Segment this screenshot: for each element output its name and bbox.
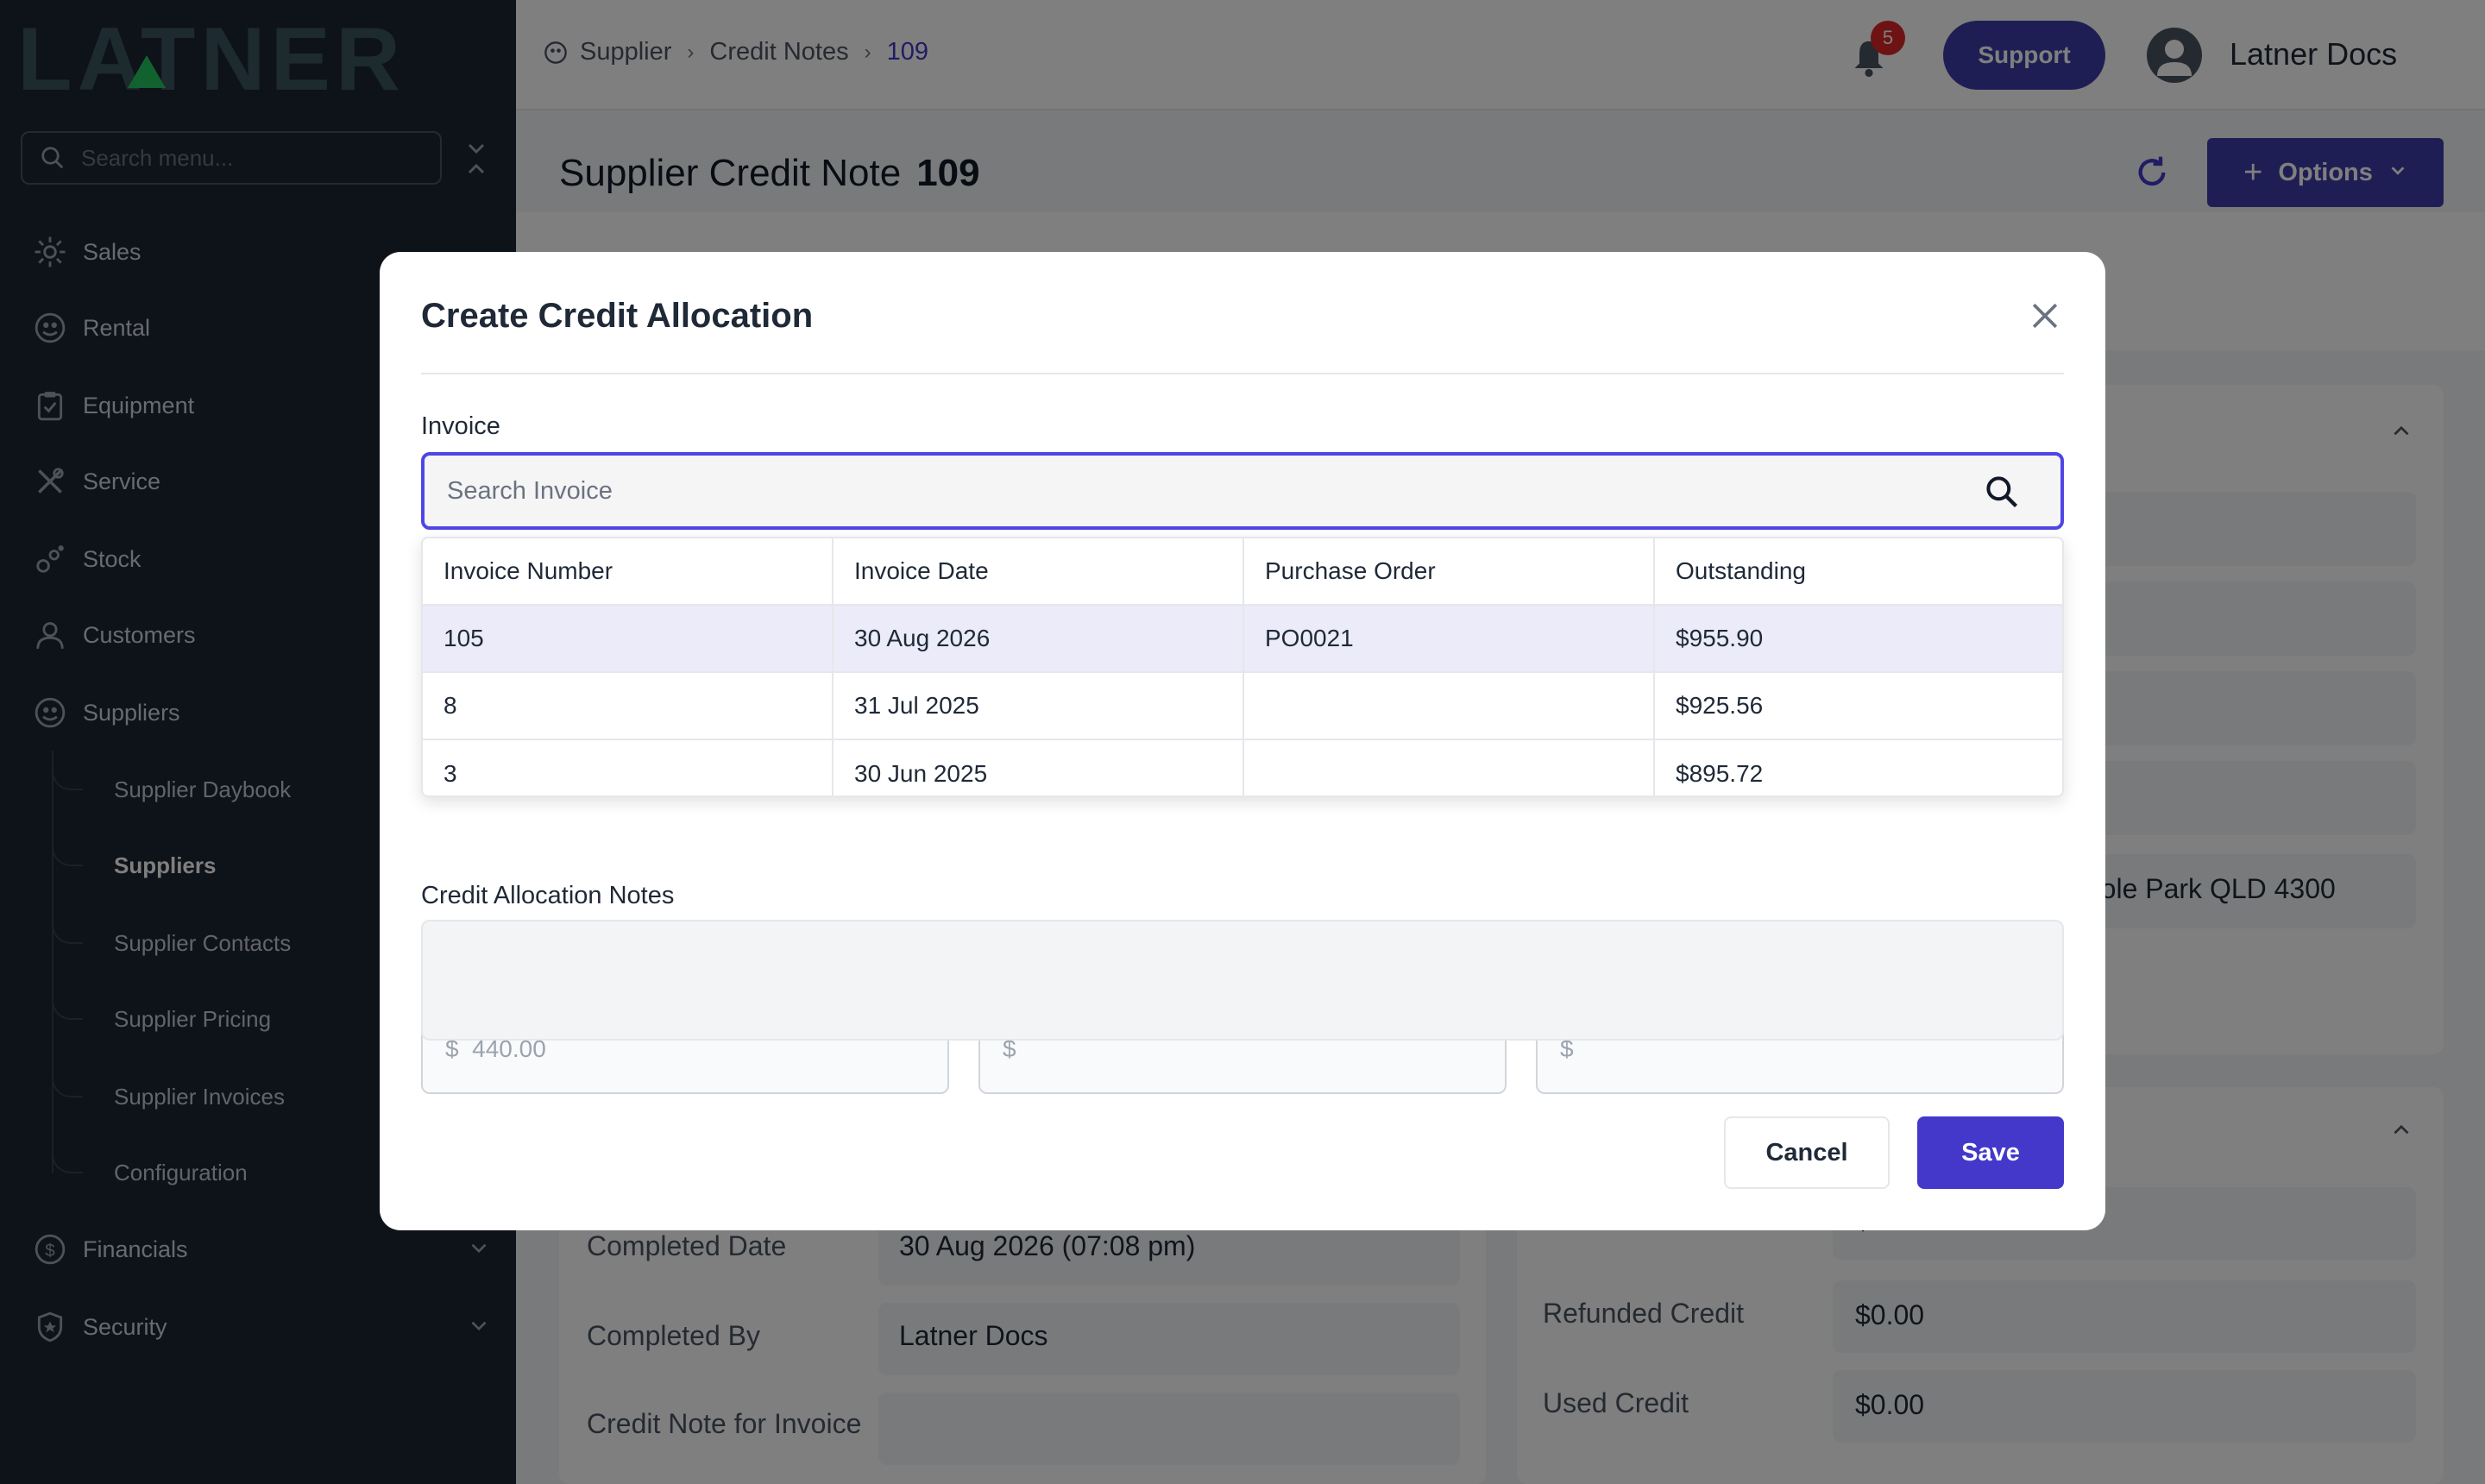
purchase-order-cell [1244, 740, 1655, 795]
invoice-date-cell: 30 Aug 2026 [834, 606, 1244, 671]
purchase-order-cell [1244, 673, 1655, 739]
dropdown-header-row: Invoice Number Invoice Date Purchase Ord… [423, 538, 2062, 606]
table-row[interactable]: 105 30 Aug 2026 PO0021 $955.90 [423, 606, 2062, 673]
column-header: Outstanding [1676, 557, 1806, 584]
table-row[interactable]: 8 31 Jul 2025 $925.56 [423, 673, 2062, 740]
invoice-label: Invoice [421, 412, 500, 440]
cancel-button[interactable]: Cancel [1724, 1116, 1890, 1189]
outstanding-cell: $895.72 [1676, 760, 1764, 787]
purchase-order-cell: PO0021 [1244, 606, 1655, 671]
invoice-number-cell: 8 [423, 673, 834, 739]
invoice-search-input[interactable] [447, 456, 1983, 526]
invoice-number-cell: 3 [423, 740, 834, 795]
invoice-number-cell: 105 [423, 606, 834, 671]
credit-allocation-notes-label: Credit Allocation Notes [421, 882, 675, 909]
close-icon[interactable] [2026, 297, 2064, 335]
invoice-results-dropdown: Invoice Number Invoice Date Purchase Ord… [421, 537, 2064, 797]
search-icon[interactable] [1983, 473, 2021, 511]
modal-divider [421, 373, 2064, 374]
invoice-date-cell: 30 Jun 2025 [834, 740, 1244, 795]
invoice-search-field[interactable] [421, 452, 2064, 530]
column-header: Purchase Order [1244, 538, 1655, 604]
save-button[interactable]: Save [1917, 1116, 2064, 1189]
invoice-date-cell: 31 Jul 2025 [834, 673, 1244, 739]
column-header: Invoice Number [423, 538, 834, 604]
column-header: Invoice Date [834, 538, 1244, 604]
outstanding-cell: $955.90 [1676, 625, 1764, 651]
create-credit-allocation-modal: Create Credit Allocation Invoice $ 440.0… [380, 252, 2105, 1230]
modal-title: Create Credit Allocation [421, 297, 814, 335]
credit-allocation-notes-input[interactable] [421, 920, 2064, 1041]
outstanding-cell: $925.56 [1676, 692, 1764, 719]
table-row[interactable]: 3 30 Jun 2025 $895.72 [423, 740, 2062, 795]
